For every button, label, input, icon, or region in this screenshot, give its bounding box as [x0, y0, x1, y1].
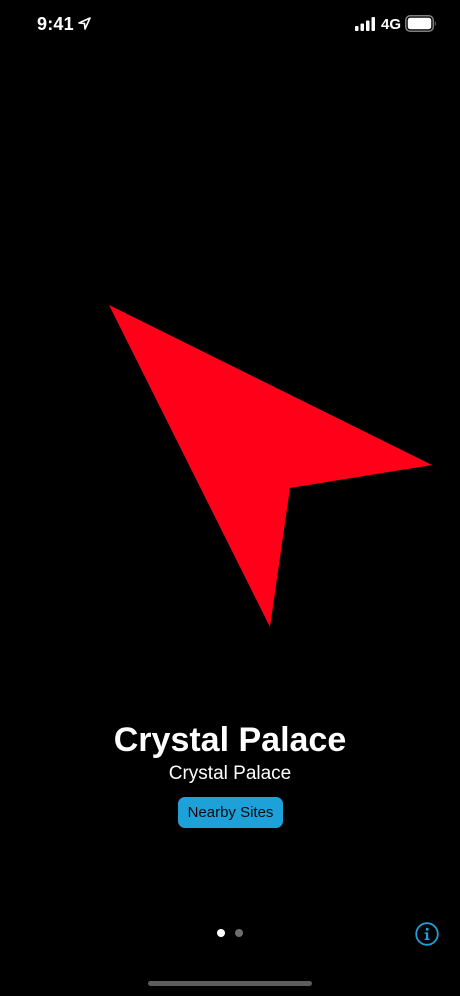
info-icon[interactable] [415, 922, 439, 946]
page-dot-active[interactable] [217, 929, 225, 937]
pointer-canvas [109, 305, 432, 627]
page-dot-inactive[interactable] [235, 929, 243, 937]
direction-arrow-icon [109, 305, 432, 627]
place-subtitle: Crystal Palace [168, 763, 292, 784]
page-indicator[interactable] [213, 929, 247, 939]
nearby-sites-button[interactable]: Nearby Sites [178, 797, 283, 828]
home-indicator[interactable] [148, 981, 312, 986]
place-title: Crystal Palace [113, 721, 347, 759]
